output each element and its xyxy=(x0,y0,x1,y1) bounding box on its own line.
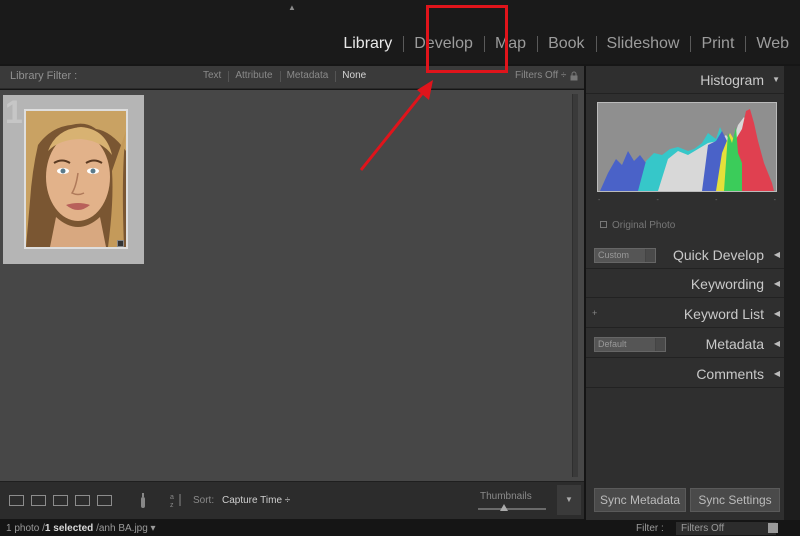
filter-tabs: Text Attribute Metadata None xyxy=(196,70,373,82)
pointer-arrow-annotation xyxy=(359,80,433,171)
sort-dropdown[interactable]: Capture Time ÷ xyxy=(222,495,290,506)
metadata-badge-icon[interactable] xyxy=(117,240,124,247)
expand-triangle-icon[interactable]: ◀ xyxy=(774,369,780,378)
keywording-header[interactable]: Keywording ◀ xyxy=(586,270,786,298)
thumbnail-size-slider[interactable] xyxy=(478,508,546,510)
add-keyword-icon[interactable]: + xyxy=(592,308,597,318)
photo-cell[interactable]: 1 xyxy=(3,95,144,264)
original-photo-label: Original Photo xyxy=(612,220,676,231)
toolbar-content-dropdown[interactable]: ▼ xyxy=(557,485,581,515)
metadata-header[interactable]: Default Metadata ◀ xyxy=(586,330,786,358)
develop-highlight-annotation xyxy=(426,5,508,73)
metadata-title: Metadata xyxy=(705,336,764,352)
bottom-toolbar: a z Sort: Capture Time ÷ Thumbnails xyxy=(0,481,584,519)
filter-switch-icon[interactable] xyxy=(768,523,778,533)
filter-tab-metadata[interactable]: Metadata xyxy=(279,70,336,82)
cell-index-number: 1 xyxy=(5,94,23,130)
module-bar: ▲ Library Develop Map Book Slideshow Pri… xyxy=(0,0,800,64)
svg-text:z: z xyxy=(170,502,174,508)
comments-title: Comments xyxy=(696,366,764,382)
thumbnails-label: Thumbnails xyxy=(480,491,532,502)
comments-header[interactable]: Comments ◀ xyxy=(586,360,786,388)
histogram-chart xyxy=(597,102,777,192)
sync-metadata-button[interactable]: Sync Metadata xyxy=(594,488,686,512)
collapse-top-panel-icon[interactable]: ▲ xyxy=(288,3,296,12)
expand-triangle-icon[interactable]: ◀ xyxy=(774,279,780,288)
lock-icon[interactable] xyxy=(570,71,578,81)
module-slideshow[interactable]: Slideshow xyxy=(595,33,691,55)
keywording-title: Keywording xyxy=(690,276,764,292)
right-panel: Histogram ▼ ---- Original Photo Custom Q… xyxy=(584,66,786,520)
collapse-triangle-icon[interactable]: ▼ xyxy=(772,75,780,84)
keyword-list-title: Keyword List xyxy=(683,306,764,322)
photo-thumbnail[interactable] xyxy=(24,109,128,249)
expand-triangle-icon[interactable]: ◀ xyxy=(774,339,780,348)
slider-handle-icon[interactable] xyxy=(500,504,508,511)
quick-develop-header[interactable]: Custom Quick Develop ◀ xyxy=(586,241,786,269)
filter-presets-dropdown[interactable]: Filters Off ÷ xyxy=(515,70,566,81)
loupe-view-icon[interactable] xyxy=(31,495,46,506)
filter-tab-attribute[interactable]: Attribute xyxy=(228,70,279,82)
expand-triangle-icon[interactable]: ◀ xyxy=(774,309,780,318)
survey-view-icon[interactable] xyxy=(75,495,90,506)
histogram-header[interactable]: Histogram ▼ xyxy=(586,66,786,94)
metadata-preset-select[interactable]: Default xyxy=(594,337,666,352)
module-print[interactable]: Print xyxy=(690,33,745,55)
status-bar: 1 photo /1 selected /anh BA.jpg ▾ Filter… xyxy=(0,520,800,536)
expand-triangle-icon[interactable]: ◀ xyxy=(774,250,780,259)
module-web[interactable]: Web xyxy=(745,33,800,55)
svg-text:a: a xyxy=(170,494,174,501)
sort-direction-icon[interactable]: a z xyxy=(170,492,184,508)
quick-develop-preset-select[interactable]: Custom xyxy=(594,248,656,263)
library-filter-label: Library Filter : xyxy=(10,70,78,82)
painter-spray-icon[interactable] xyxy=(138,492,148,510)
module-picker: Library Develop Map Book Slideshow Print… xyxy=(332,32,800,56)
grid-scrollbar[interactable] xyxy=(572,94,578,477)
grid-view-icon[interactable] xyxy=(9,495,24,506)
compare-view-icon[interactable] xyxy=(53,495,68,506)
filename-dropdown[interactable]: /anh BA.jpg ▾ xyxy=(96,523,156,534)
quick-develop-title: Quick Develop xyxy=(672,247,764,263)
keyword-list-header[interactable]: + Keyword List ◀ xyxy=(586,300,786,328)
filter-tab-text[interactable]: Text xyxy=(196,70,228,81)
people-view-icon[interactable] xyxy=(97,495,112,506)
right-panel-edge[interactable] xyxy=(784,66,800,520)
original-photo-toggle[interactable]: Original Photo xyxy=(600,220,675,231)
filter-label: Filter : xyxy=(636,523,664,534)
module-book[interactable]: Book xyxy=(537,33,595,55)
histogram-title: Histogram xyxy=(700,72,764,88)
histogram-ticks: ---- xyxy=(598,197,776,204)
filter-select[interactable]: Filters Off xyxy=(676,522,776,535)
sync-settings-button[interactable]: Sync Settings xyxy=(690,488,780,512)
sort-label: Sort: xyxy=(193,495,215,506)
module-library[interactable]: Library xyxy=(332,33,403,55)
original-photo-checkbox[interactable] xyxy=(600,221,607,228)
selection-status: 1 photo /1 selected /anh BA.jpg ▾ xyxy=(6,523,156,534)
